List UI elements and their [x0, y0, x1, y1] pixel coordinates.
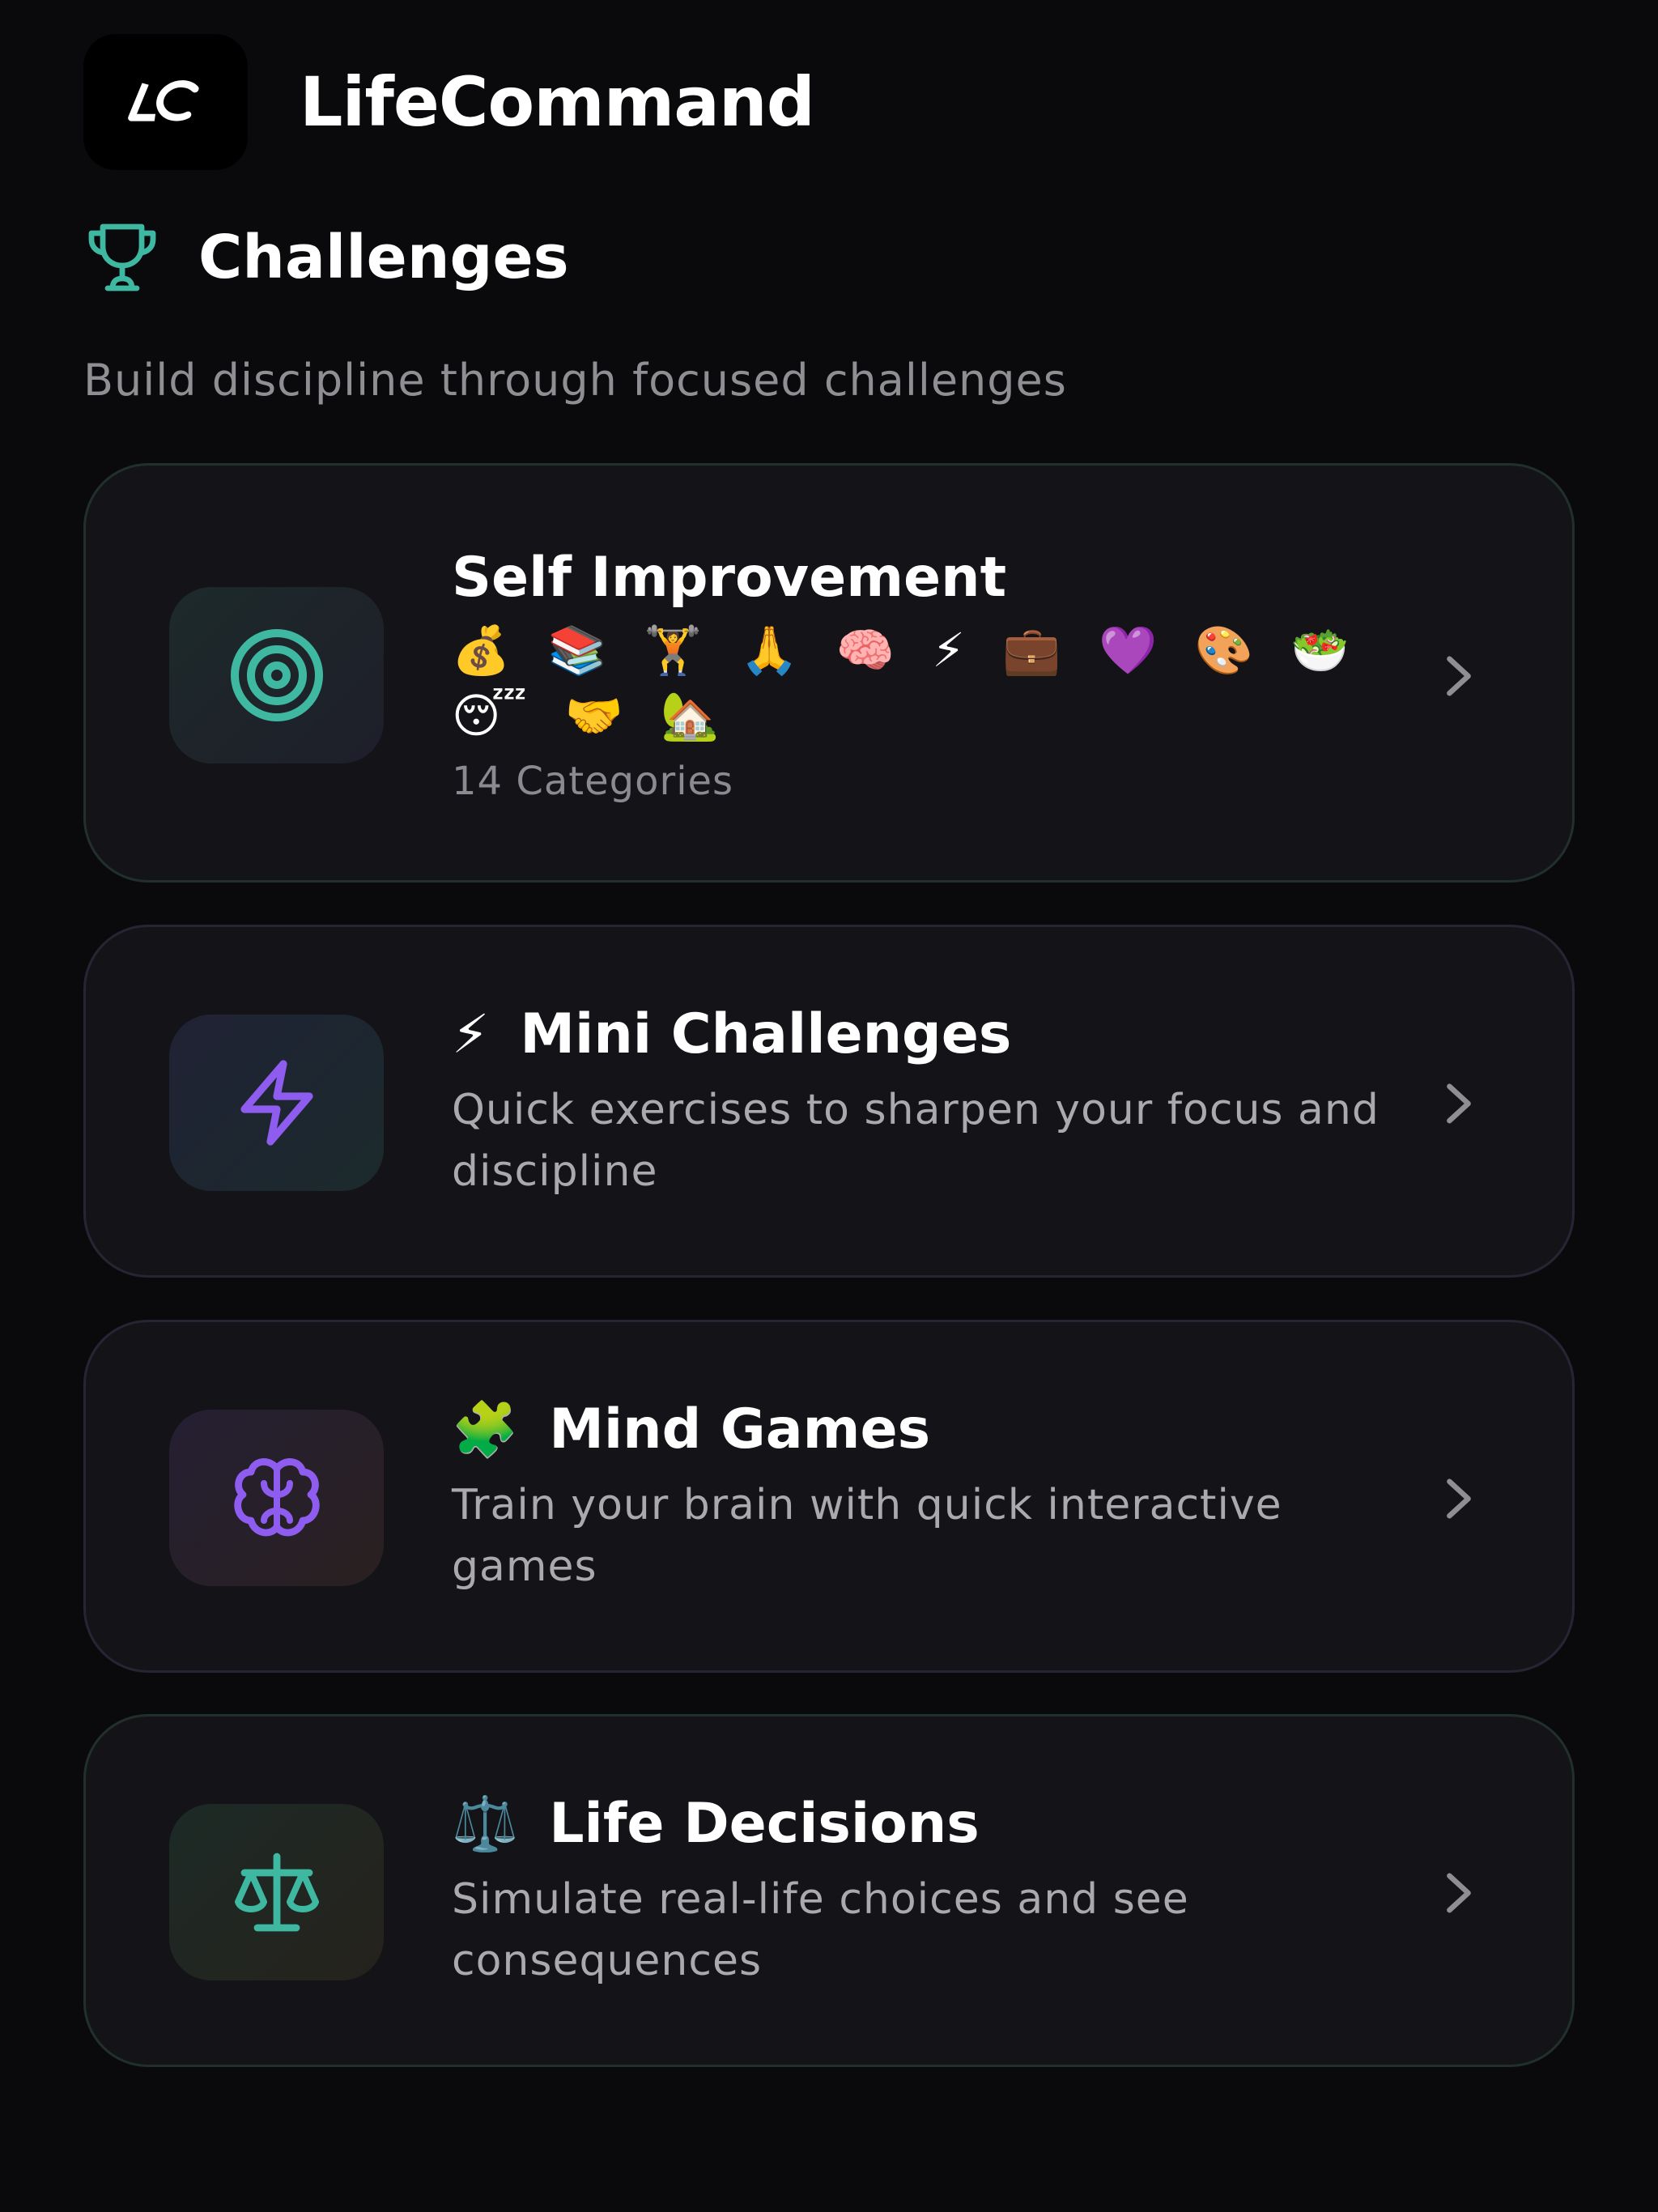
card-icon-box: [169, 1410, 384, 1586]
category-emoji-row: 😴 🤝 🏡: [452, 687, 731, 743]
card-title-row: 🧩 Mind Games: [452, 1397, 1394, 1463]
brain-icon: [233, 1458, 320, 1537]
app-header: LifeCommand: [83, 34, 815, 170]
card-title: Mind Games: [549, 1397, 931, 1461]
app-title: LifeCommand: [300, 62, 815, 142]
chevron-right-icon: [1435, 1869, 1483, 1917]
card-life-decisions[interactable]: ⚖️ Life Decisions Simulate real-life cho…: [83, 1714, 1575, 2067]
card-icon-box: [169, 587, 384, 764]
card-icon-box: [169, 1015, 384, 1191]
lc-logo-icon: [127, 80, 199, 121]
card-title: Life Decisions: [549, 1792, 980, 1856]
trophy-icon: [88, 223, 156, 291]
card-title-row: ⚖️ Life Decisions: [452, 1791, 1394, 1857]
section-title: Challenges: [198, 223, 569, 292]
chevron-right-icon: [1435, 1079, 1483, 1128]
card-body: 🧩 Mind Games Train your brain with quick…: [452, 1397, 1394, 1597]
scale-icon: [234, 1853, 319, 1932]
app-logo[interactable]: [83, 34, 248, 170]
card-mini-challenges[interactable]: ⚡ Mini Challenges Quick exercises to sha…: [83, 925, 1575, 1278]
card-description: Train your brain with quick interactive …: [452, 1480, 1282, 1591]
category-emoji-row: 💰 📚 🏋️ 🙏 🧠 ⚡ 💼 💜 🎨 🥗: [452, 622, 1361, 678]
category-count: 14 Categories: [452, 758, 734, 804]
challenges-screen: LifeCommand Challenges Build discipline …: [0, 0, 1658, 2212]
card-body: Self Improvement 💰 📚 🏋️ 🙏 🧠 ⚡ 💼 💜 🎨 🥗 😴 …: [452, 545, 1394, 804]
section-subtitle: Build discipline through focused challen…: [83, 355, 1067, 406]
card-body: ⚖️ Life Decisions Simulate real-life cho…: [452, 1791, 1394, 1992]
card-description: Quick exercises to sharpen your focus an…: [452, 1085, 1380, 1196]
chevron-right-icon: [1435, 652, 1483, 700]
card-self-improvement[interactable]: Self Improvement 💰 📚 🏋️ 🙏 🧠 ⚡ 💼 💜 🎨 🥗 😴 …: [83, 463, 1575, 883]
chevron-right-icon: [1435, 1474, 1483, 1523]
card-description: Simulate real-life choices and see conse…: [452, 1874, 1189, 1985]
card-body: ⚡ Mini Challenges Quick exercises to sha…: [452, 1002, 1394, 1202]
card-icon-box: [169, 1804, 384, 1980]
card-mind-games[interactable]: 🧩 Mind Games Train your brain with quick…: [83, 1320, 1575, 1673]
balance-scale-emoji-icon: ⚖️: [452, 1793, 519, 1856]
section-header: Challenges: [83, 217, 569, 298]
puzzle-emoji-icon: 🧩: [452, 1398, 519, 1461]
card-title: Self Improvement: [452, 546, 1007, 610]
lightning-emoji-icon: ⚡: [452, 1003, 490, 1066]
card-title: Mini Challenges: [520, 1002, 1012, 1066]
lightning-icon: [240, 1060, 313, 1146]
target-icon: [230, 629, 323, 721]
card-title-row: ⚡ Mini Challenges: [452, 1002, 1394, 1068]
